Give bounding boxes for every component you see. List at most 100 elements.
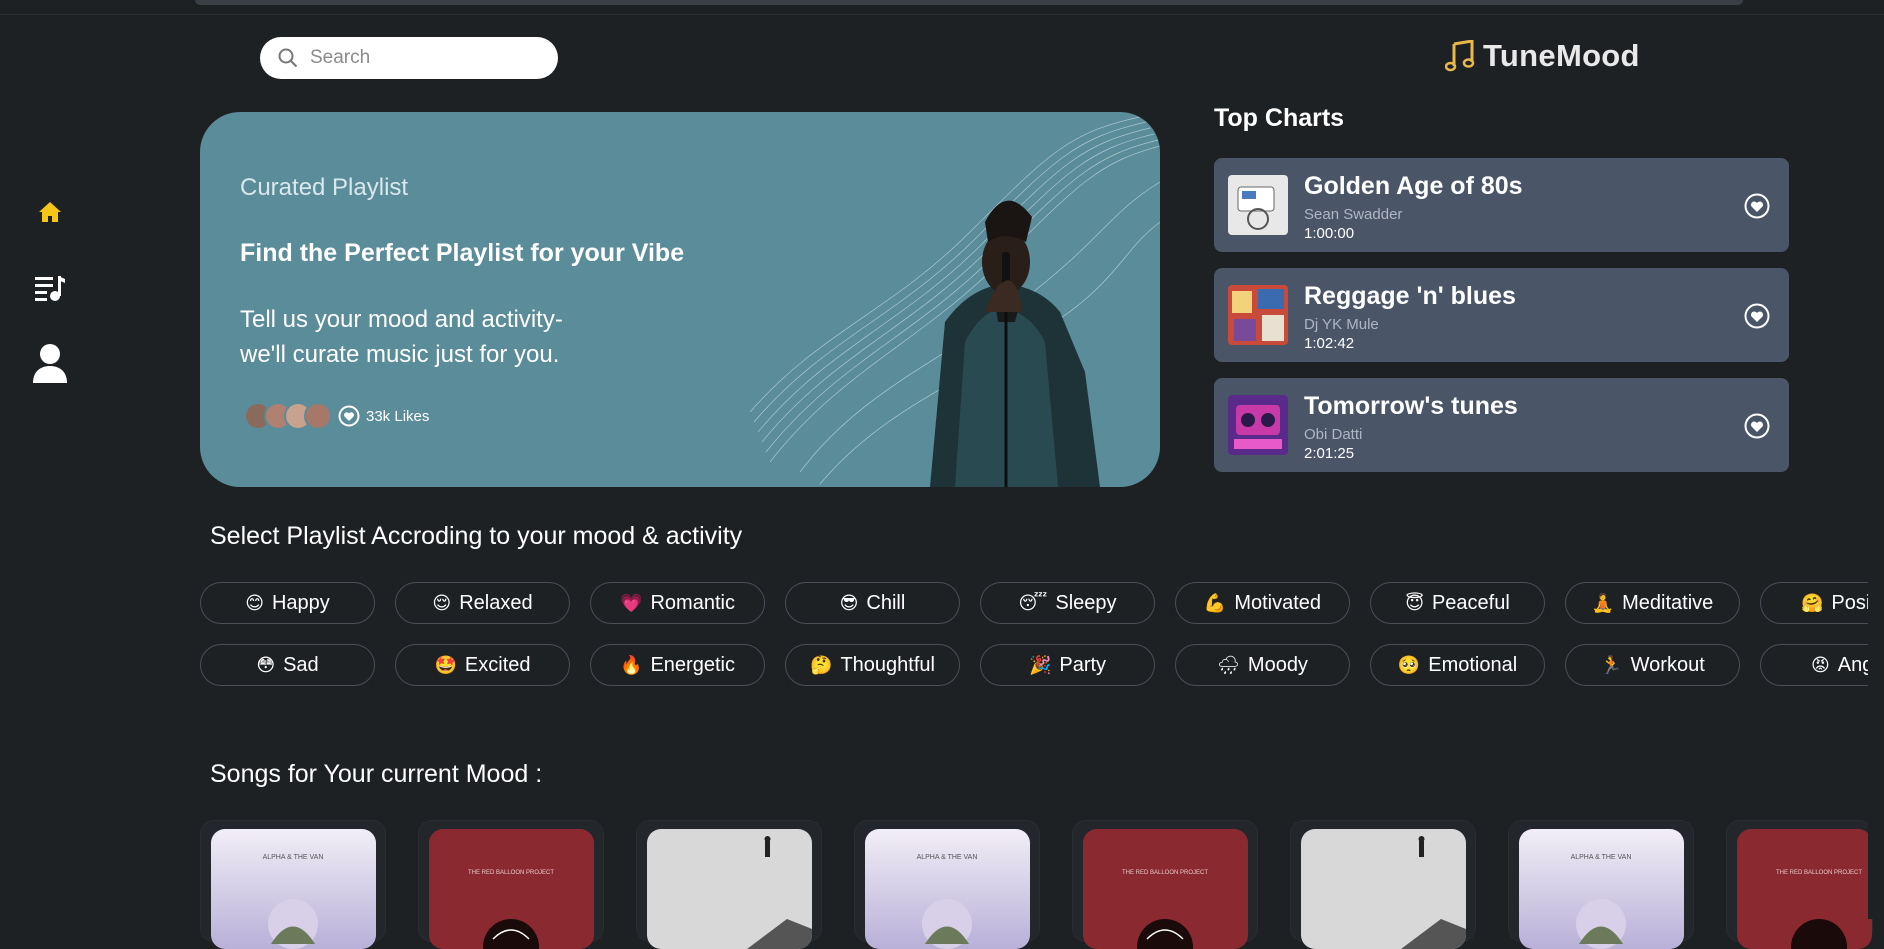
mood-pill-motivated[interactable]: 💪 Motivated [1175,582,1350,624]
top-scrollbar [195,0,1743,5]
chart-item[interactable]: Reggage 'n' blues Dj YK Mule 1:02:42 [1214,268,1789,362]
relieved-face-icon: 😌 [432,592,452,614]
avatar [304,402,332,430]
search-input[interactable] [308,46,532,70]
flexed-arm-icon: 💪 [1203,592,1227,614]
chart-artist: Dj YK Mule [1304,316,1379,333]
chart-thumbnail [1228,175,1288,235]
mood-label: Thoughtful [840,653,935,676]
hero-description-line-2: we'll curate music just for you. [240,341,560,368]
song-cover: THE RED BALLOON PROJECT [1083,829,1248,949]
song-cover [647,829,812,949]
likes-count: 33k Likes [366,407,430,425]
mood-label: Workout [1630,653,1705,676]
flushed-face-icon: 😳 [256,654,276,676]
song-cover [1301,829,1466,949]
mood-pill-positive[interactable]: 🤗 Posit [1760,582,1884,624]
song-cover: ALPHA & THE VAN [211,829,376,949]
song-card[interactable] [636,820,822,949]
singer-image [749,116,1160,487]
mood-label: Motivated [1234,591,1322,614]
song-card[interactable]: ALPHA & THE VAN [200,820,386,949]
cover-text: THE RED BALLOON PROJECT [1776,870,1862,876]
song-cover: THE RED BALLOON PROJECT [429,829,594,949]
fire-icon: 🔥 [620,654,643,676]
chart-item[interactable]: Tomorrow's tunes Obi Datti 2:01:25 [1214,378,1789,472]
mood-pill-sad[interactable]: 😳 Sad [200,644,375,686]
mood-pill-emotional[interactable]: 🥺 Emotional [1370,644,1545,686]
meditation-icon: 🧘 [1591,592,1615,614]
heart-icon[interactable] [1744,193,1770,219]
mood-pill-relaxed[interactable]: 😌 Relaxed [395,582,570,624]
mood-pill-workout[interactable]: 🏃 Workout [1565,644,1740,686]
heart-icon[interactable] [1744,303,1770,329]
playlist-icon[interactable] [30,268,70,308]
chart-artist: Obi Datti [1304,426,1363,443]
song-card[interactable]: ALPHA & THE VAN [854,820,1040,949]
song-card[interactable]: ALPHA & THE VAN [1508,820,1694,949]
chart-duration: 1:00:00 [1304,225,1355,242]
mood-section-title: Select Playlist Accroding to your mood &… [210,522,743,550]
mood-label: Excited [464,653,531,676]
sleeping-face-icon: 😴 [1018,592,1048,614]
cover-text: ALPHA & THE VAN [917,854,978,861]
party-popper-icon: 🎉 [1028,654,1052,676]
mood-pill-thoughtful[interactable]: 🤔 Thoughtful [785,644,960,686]
smile-icon: 😊 [245,592,264,614]
song-card[interactable]: THE RED BALLOON PROJECT [1072,820,1258,949]
home-icon[interactable] [30,192,70,232]
cover-text: THE RED BALLOON PROJECT [468,870,554,876]
mood-label: Party [1059,653,1107,676]
search-icon [278,48,298,68]
mood-label: Chill [866,591,906,614]
app-logo[interactable]: TuneMood [1445,38,1640,74]
mood-pill-energetic[interactable]: 🔥 Energetic [590,644,765,686]
sunglasses-face-icon: 😎 [839,592,859,614]
mood-label: Emotional [1428,653,1518,676]
mood-label: Sad [283,653,319,676]
search-bar[interactable] [260,37,558,79]
song-cover: ALPHA & THE VAN [865,829,1030,949]
hero-eyebrow: Curated Playlist [240,174,409,201]
mood-pill-moody[interactable]: 🌧 Moody [1175,644,1350,686]
app-name: TuneMood [1483,38,1640,73]
mood-pill-happy[interactable]: 😊 Happy [200,582,375,624]
mood-pill-romantic[interactable]: 💗 Romantic [590,582,765,624]
song-card[interactable]: THE RED BALLOON PROJECT [1726,820,1873,949]
song-card[interactable] [1290,820,1476,949]
mood-pill-party[interactable]: 🎉 Party [980,644,1155,686]
mood-label: Happy [271,591,330,614]
rain-cloud-icon: 🌧 [1217,654,1240,676]
cover-text: THE RED BALLOON PROJECT [1122,870,1208,876]
mood-pill-angry[interactable]: 😡 Ang [1760,644,1884,686]
hero-banner[interactable]: Curated Playlist Find the Perfect Playli… [200,112,1160,487]
pleading-face-icon: 🥺 [1397,654,1421,676]
chart-artist: Sean Swadder [1304,206,1403,223]
chart-thumbnail [1228,395,1288,455]
mood-pill-excited[interactable]: 🤩 Excited [395,644,570,686]
mood-pill-meditative[interactable]: 🧘 Meditative [1565,582,1740,624]
mood-pill-peaceful[interactable]: 😇 Peaceful [1370,582,1545,624]
hero-title: Find the Perfect Playlist for your Vibe [240,239,685,267]
music-note-icon [1445,40,1475,72]
star-eyes-icon: 🤩 [434,654,457,676]
mood-pill-chill[interactable]: 😎 Chill [785,582,960,624]
heart-icon: 💗 [620,592,643,614]
chart-item[interactable]: Golden Age of 80s Sean Swadder 1:00:00 [1214,158,1789,252]
top-charts-title: Top Charts [1214,104,1345,132]
mood-label: Meditative [1622,591,1714,614]
heart-icon[interactable] [1744,413,1770,439]
song-cover: ALPHA & THE VAN [1519,829,1684,949]
mood-label: Peaceful [1431,591,1510,614]
profile-icon[interactable] [30,343,70,383]
hero-description-line-1: Tell us your mood and activity- [240,306,563,333]
heart-icon[interactable] [338,405,360,427]
chart-name: Tomorrow's tunes [1304,392,1518,420]
chart-duration: 2:01:25 [1304,445,1355,462]
songs-section-title: Songs for Your current Mood : [210,760,543,788]
hero-description: Tell us your mood and activity- we'll cu… [240,302,620,372]
mood-label: Moody [1247,653,1308,676]
mood-pill-sleepy[interactable]: 😴 Sleepy [980,582,1155,624]
mood-label: Romantic [650,591,735,614]
song-card[interactable]: THE RED BALLOON PROJECT [418,820,604,949]
